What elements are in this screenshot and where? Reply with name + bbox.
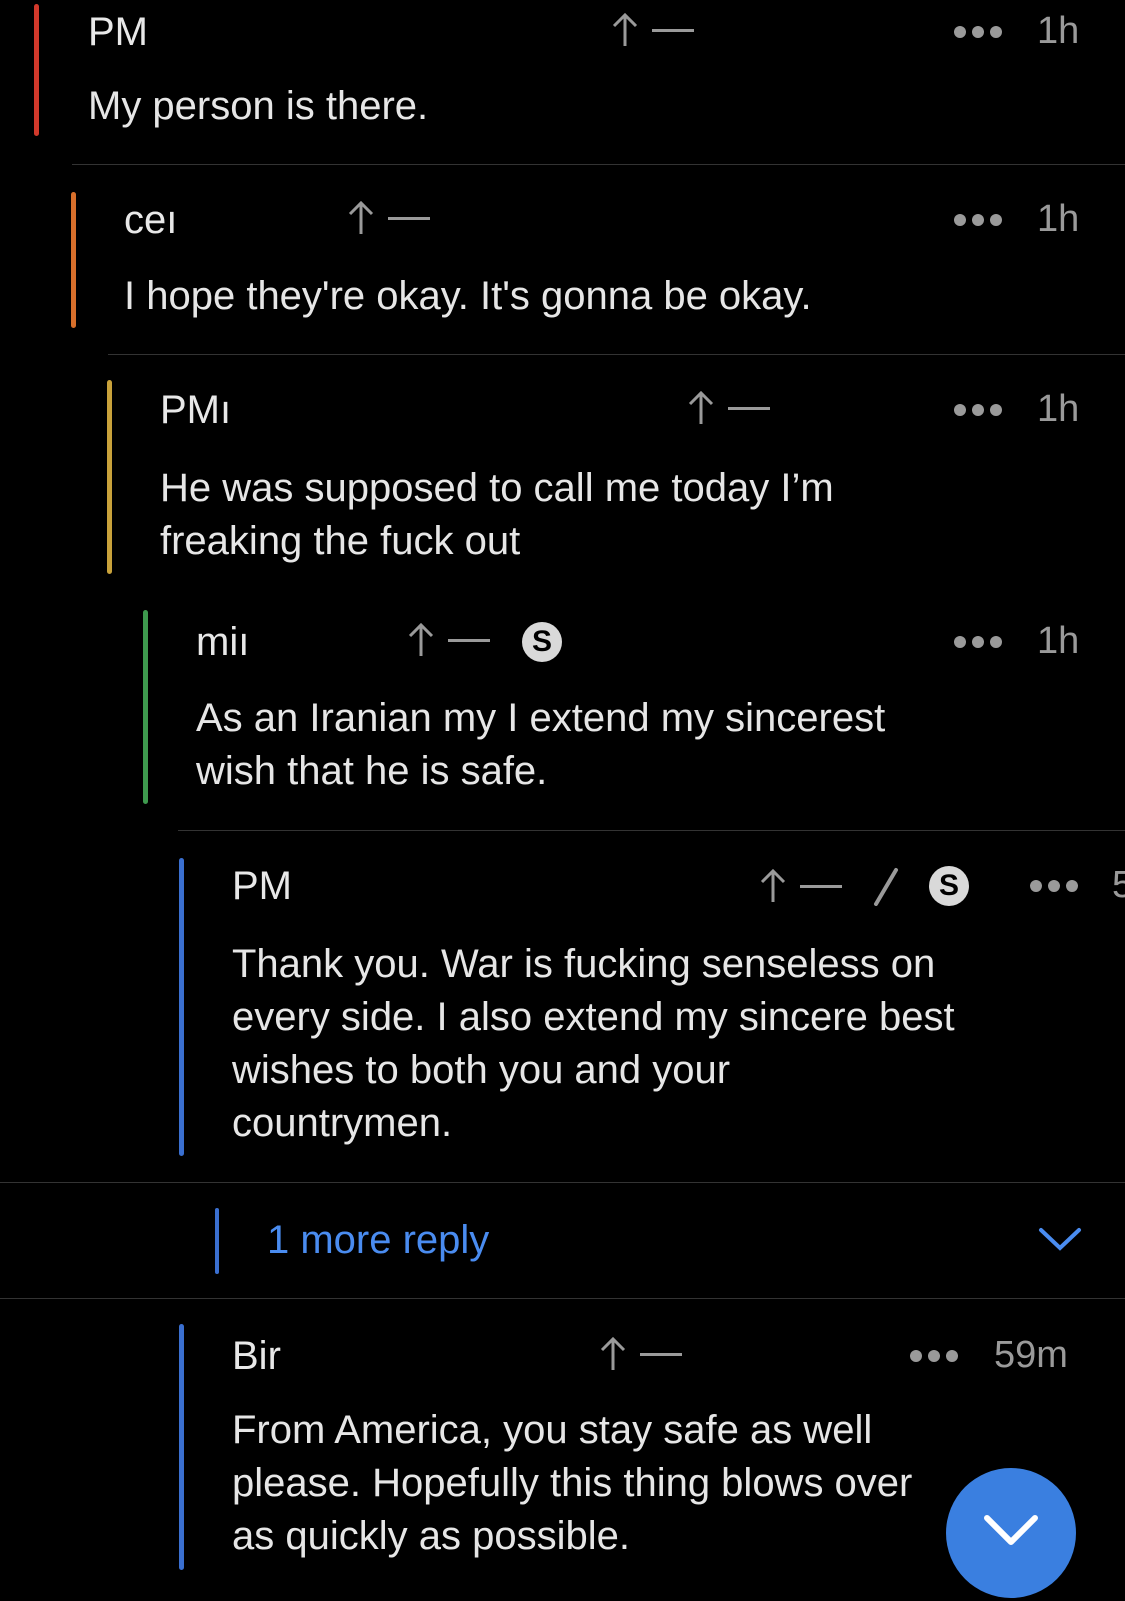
thread-depth-bar: [71, 192, 76, 328]
comment-time: 59m: [994, 1334, 1068, 1376]
up-arrow-icon[interactable]: [688, 390, 714, 426]
ellipsis-icon[interactable]: [954, 636, 1002, 648]
upvote-control[interactable]: [760, 868, 842, 904]
ellipsis-icon[interactable]: [1030, 880, 1078, 892]
comment-body: I hope they're okay. It's gonna be okay.: [124, 274, 812, 318]
s-badge-icon: S: [522, 622, 562, 662]
upvote-control[interactable]: [612, 12, 694, 48]
ellipsis-icon[interactable]: [954, 214, 1002, 226]
pencil-icon[interactable]: [872, 866, 900, 911]
comment-time: 1h: [1037, 388, 1080, 430]
chevron-down-icon: [983, 1514, 1039, 1553]
comment-author[interactable]: Bir: [232, 1334, 281, 1379]
comment-author[interactable]: miı: [196, 620, 249, 665]
scroll-next-button[interactable]: [946, 1468, 1076, 1598]
comment-time: 1h: [1037, 198, 1080, 240]
ellipsis-icon[interactable]: [910, 1350, 958, 1362]
comment-body-line: From America, you stay safe as well: [232, 1408, 873, 1452]
comment-time: 1h: [1037, 10, 1080, 52]
up-arrow-icon[interactable]: [612, 12, 638, 48]
more-replies-link[interactable]: 1 more reply: [267, 1218, 489, 1263]
comment-body: He was supposed to call me today I’m fre…: [160, 462, 834, 568]
vote-count-dash: [800, 884, 842, 888]
vote-count-dash: [388, 216, 430, 220]
thread-depth-bar: [179, 858, 184, 1156]
comment-author[interactable]: PMı: [160, 388, 231, 433]
vote-count-dash: [640, 1352, 682, 1356]
up-arrow-icon[interactable]: [600, 1336, 626, 1372]
comment-body: My person is there.: [88, 84, 429, 128]
comment-time: 5: [1112, 864, 1125, 906]
comment-body-line: as quickly as possible.: [232, 1514, 630, 1558]
comment-body-line: every side. I also extend my sincere bes…: [232, 995, 955, 1039]
up-arrow-icon[interactable]: [348, 200, 374, 236]
divider: [0, 1298, 1125, 1299]
upvote-control[interactable]: [348, 200, 430, 236]
upvote-control[interactable]: [688, 390, 770, 426]
upvote-control[interactable]: [600, 1336, 682, 1372]
vote-count-dash: [728, 406, 770, 410]
comment-body-line: wishes to both you and your: [232, 1048, 731, 1092]
comment-author[interactable]: ceı: [124, 198, 177, 243]
divider: [0, 1182, 1125, 1183]
comment-body-line: freaking the fuck out: [160, 519, 521, 563]
thread-depth-bar: [34, 4, 39, 136]
comment-time: 1h: [1037, 620, 1080, 662]
comment-body-line: As an Iranian my I extend my sincerest: [196, 696, 886, 740]
vote-count-dash: [652, 28, 694, 32]
comment-body-line: please. Hopefully this thing blows over: [232, 1461, 913, 1505]
thread-depth-bar: [179, 1324, 184, 1570]
comment-body-line: countrymen.: [232, 1101, 453, 1145]
divider: [108, 354, 1125, 355]
comment-body-line: Thank you. War is fucking senseless on: [232, 942, 936, 986]
up-arrow-icon[interactable]: [408, 622, 434, 658]
comment-author[interactable]: PM: [88, 10, 148, 55]
comment-body: As an Iranian my I extend my sincerest w…: [196, 692, 885, 798]
divider: [178, 830, 1125, 831]
comment-body-line: wish that he is safe.: [196, 749, 548, 793]
ellipsis-icon[interactable]: [954, 26, 1002, 38]
thread-depth-bar: [215, 1208, 219, 1274]
s-badge-icon: S: [929, 866, 969, 906]
divider: [72, 164, 1125, 165]
comment-body-line: He was supposed to call me today I’m: [160, 466, 834, 510]
chevron-down-icon[interactable]: [1038, 1226, 1082, 1257]
thread-depth-bar: [107, 380, 112, 574]
ellipsis-icon[interactable]: [954, 404, 1002, 416]
upvote-control[interactable]: [408, 622, 490, 658]
comment-author[interactable]: PM: [232, 864, 292, 909]
comment-body: From America, you stay safe as well plea…: [232, 1404, 912, 1563]
vote-count-dash: [448, 638, 490, 642]
thread-depth-bar: [143, 610, 148, 804]
up-arrow-icon[interactable]: [760, 868, 786, 904]
comment-body: Thank you. War is fucking senseless on e…: [232, 938, 955, 1150]
